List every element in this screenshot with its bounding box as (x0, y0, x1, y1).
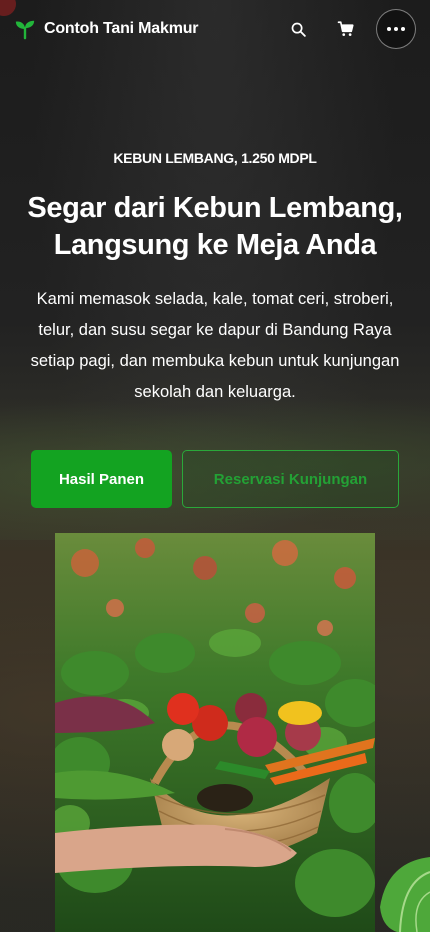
harvest-button[interactable]: Hasil Panen (31, 450, 172, 508)
cart-button[interactable] (322, 9, 370, 49)
more-menu-button[interactable] (376, 9, 416, 49)
page: Contoh Tani Makmur KEBUN LEMBANG, 1.250 … (0, 0, 430, 932)
cart-icon (337, 21, 354, 36)
hero-title-line-2: Langsung ke Meja Anda (53, 229, 377, 261)
hero-photo-vegetable-basket (55, 533, 375, 932)
sprout-icon (15, 20, 35, 40)
lettuce-leaf-decoration (380, 857, 430, 932)
header-actions (274, 9, 416, 49)
cta-row: Hasil Panen Reservasi Kunjungan (31, 450, 399, 508)
hero-eyebrow: KEBUN LEMBANG, 1.250 MDPL (113, 150, 317, 166)
site-header: Contoh Tani Makmur (0, 0, 430, 58)
more-horizontal-icon (387, 27, 405, 31)
hero-subtitle: Kami memasok selada, kale, tomat ceri, s… (30, 290, 400, 401)
hero-section: KEBUN LEMBANG, 1.250 MDPL Segar dari Keb… (0, 150, 430, 408)
search-button[interactable] (274, 9, 322, 49)
vegetable-basket-illustration (55, 533, 375, 932)
search-icon (291, 22, 306, 37)
hero-title: Segar dari Kebun Lembang, Langsung ke Me… (20, 190, 410, 264)
hero-title-line-1: Segar dari Kebun Lembang, (27, 192, 403, 224)
brand-name: Contoh Tani Makmur (44, 20, 199, 37)
visit-reservation-button[interactable]: Reservasi Kunjungan (182, 450, 399, 508)
brand[interactable]: Contoh Tani Makmur (14, 18, 199, 40)
